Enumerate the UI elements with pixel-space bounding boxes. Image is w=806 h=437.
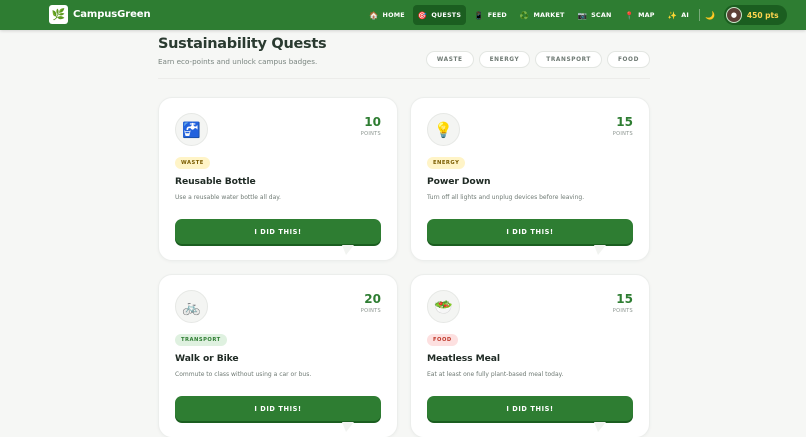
category-badge: ENERGY (427, 157, 466, 169)
pin-icon: 📍 (624, 10, 635, 20)
quest-points-label: POINTS (360, 131, 381, 137)
quest-points-label: POINTS (612, 131, 633, 137)
button-tail-decoration (342, 245, 354, 255)
nav-map[interactable]: 📍 MAP (620, 5, 660, 25)
category-badge: WASTE (175, 157, 210, 169)
nav-feed[interactable]: 📱 FEED (469, 5, 512, 25)
quest-card-walk-or-bike: 🚲 20 POINTS TRANSPORT Walk or Bike Commu… (158, 274, 398, 437)
moon-icon[interactable]: 🌙 (705, 11, 715, 20)
brand[interactable]: 🌿 CampusGreen (49, 5, 151, 24)
quest-title: Power Down (427, 176, 491, 187)
quest-description: Turn off all lights and unplug devices b… (427, 194, 585, 201)
quest-points-label: POINTS (612, 308, 633, 314)
quest-points: 20 (364, 292, 381, 306)
salad-icon: 🥗 (427, 290, 460, 323)
quest-card-meatless-meal: 🥗 15 POINTS FOOD Meatless Meal Eat at le… (410, 274, 650, 437)
i-did-this-button[interactable]: I DID THIS! (175, 396, 381, 421)
nav-feed-label: FEED (487, 11, 507, 19)
nav-quests-label: QUESTS (431, 11, 462, 19)
sparkles-icon: ✨ (667, 10, 678, 20)
filter-waste[interactable]: WASTE (425, 51, 474, 68)
quest-description: Commute to class without using a car or … (175, 371, 312, 378)
nav-scan-label: SCAN (591, 11, 612, 19)
nav-home-label: HOME (382, 11, 405, 19)
nav-quests[interactable]: 🎯 QUESTS (412, 5, 467, 25)
quest-description: Eat at least one fully plant-based meal … (427, 371, 564, 378)
page-title: Sustainability Quests (158, 36, 327, 52)
quest-title: Meatless Meal (427, 353, 500, 364)
header-divider (158, 78, 650, 79)
button-tail-decoration (594, 245, 606, 255)
water-bottle-icon: 🚰 (175, 113, 208, 146)
nav-scan[interactable]: 📷 SCAN (573, 5, 617, 25)
points-pill[interactable]: ● 450 pts (723, 5, 787, 25)
nav-ai[interactable]: ✨ AI (663, 5, 694, 25)
button-tail-decoration (594, 422, 606, 432)
nav-divider (698, 9, 700, 21)
nav-market-label: MARKET (533, 11, 565, 19)
brand-name: CampusGreen (73, 9, 151, 20)
category-badge: FOOD (427, 334, 458, 346)
bicycle-icon: 🚲 (175, 290, 208, 323)
leaf-icon: 🌿 (49, 5, 68, 24)
quest-points: 10 (364, 115, 381, 129)
quest-card-reusable-bottle: 🚰 10 POINTS WASTE Reusable Bottle Use a … (158, 97, 398, 261)
filter-energy[interactable]: ENERGY (478, 51, 531, 68)
i-did-this-button[interactable]: I DID THIS! (175, 219, 381, 244)
quest-title: Reusable Bottle (175, 176, 256, 187)
nav-map-label: MAP (638, 11, 655, 19)
nav-home[interactable]: 🏠 HOME (364, 5, 410, 25)
quest-points: 15 (616, 292, 633, 306)
page-subtitle: Earn eco-points and unlock campus badges… (158, 57, 318, 66)
i-did-this-button[interactable]: I DID THIS! (427, 396, 633, 421)
points-total: 450 pts (746, 10, 779, 20)
quest-card-power-down: 💡 15 POINTS ENERGY Power Down Turn off a… (410, 97, 650, 261)
filter-food[interactable]: FOOD (606, 51, 650, 68)
category-filters: WASTE ENERGY TRANSPORT FOOD (421, 51, 650, 68)
button-tail-decoration (342, 422, 354, 432)
nav-ai-label: AI (681, 11, 689, 19)
filter-transport[interactable]: TRANSPORT (535, 51, 602, 68)
category-badge: TRANSPORT (175, 334, 227, 346)
target-icon: 🎯 (417, 10, 428, 20)
phone-icon: 📱 (474, 10, 484, 20)
lightbulb-icon: 💡 (427, 113, 460, 146)
top-navbar: 🌿 CampusGreen 🏠 HOME 🎯 QUESTS 📱 FEED ♻️ … (0, 0, 806, 30)
quest-description: Use a reusable water bottle all day. (175, 194, 281, 201)
avatar: ● (725, 7, 742, 23)
camera-icon: 📷 (577, 10, 588, 20)
main-nav: 🏠 HOME 🎯 QUESTS 📱 FEED ♻️ MARKET 📷 SCAN … (364, 5, 787, 25)
i-did-this-button[interactable]: I DID THIS! (427, 219, 633, 244)
quest-points: 15 (616, 115, 633, 129)
home-icon: 🏠 (369, 10, 379, 20)
nav-market[interactable]: ♻️ MARKET (515, 5, 570, 25)
recycle-icon: ♻️ (519, 10, 530, 20)
quest-title: Walk or Bike (175, 353, 239, 364)
quest-points-label: POINTS (360, 308, 381, 314)
